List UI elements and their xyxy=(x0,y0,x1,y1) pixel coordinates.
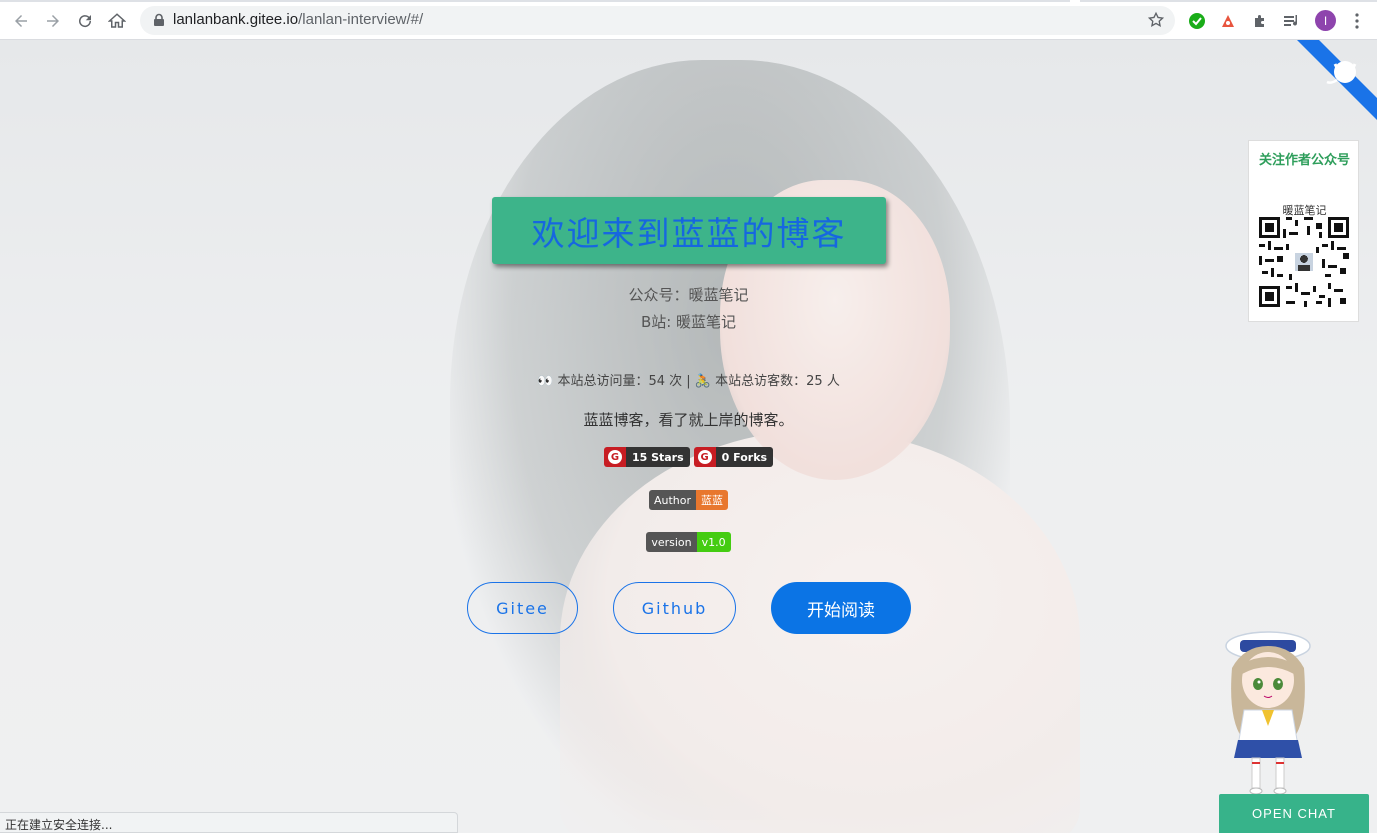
visitors-count: 本站总访客数：25 人 xyxy=(715,374,840,389)
version-label: version xyxy=(646,532,697,552)
welcome-banner: 欢迎来到蓝蓝的博客 xyxy=(492,197,886,264)
site-stats: 👀 本站总访问量：54 次 | 🚴 本站总访客数：25 人 xyxy=(0,370,1377,389)
bookmark-star-icon[interactable] xyxy=(1147,11,1165,29)
gitee-logo-icon: G xyxy=(697,450,712,464)
author-label: Author xyxy=(648,490,697,510)
stars-text: 15 Stars xyxy=(625,447,690,467)
site-tagline: 蓝蓝博客，看了就上岸的博客。 xyxy=(583,411,794,429)
extension-green-icon[interactable] xyxy=(1187,11,1207,31)
welcome-title: 欢迎来到蓝蓝的博客 xyxy=(531,213,847,253)
bilibili-line: B站: 暖蓝笔记 xyxy=(640,313,737,331)
open-chat-button[interactable]: OPEN CHAT xyxy=(1219,794,1369,833)
lock-icon[interactable] xyxy=(152,13,166,27)
url-path: /lanlan-interview/#/ xyxy=(298,11,424,28)
extensions-puzzle-icon[interactable] xyxy=(1250,11,1270,31)
media-queue-icon[interactable] xyxy=(1282,11,1302,31)
tab-strip xyxy=(0,0,1377,3)
gitee-button[interactable]: Gitee xyxy=(467,582,578,634)
background-image xyxy=(0,40,1377,833)
extension-red-icon[interactable] xyxy=(1218,11,1238,31)
qr-account-name: 暖蓝笔记 xyxy=(1282,204,1327,217)
cyclist-icon: 🚴 xyxy=(694,374,711,389)
version-badge-row: version v1.0 xyxy=(0,532,1377,552)
profile-avatar[interactable]: I xyxy=(1315,10,1336,31)
wechat-qr-widget: 关注作者公众号 暖蓝笔记 xyxy=(1248,140,1359,322)
mascot-girl-image[interactable] xyxy=(1222,628,1314,798)
qr-title: 关注作者公众号 xyxy=(1258,153,1350,168)
gitee-logo-icon: G xyxy=(607,450,622,464)
page-viewport: 欢迎来到蓝蓝的博客 公众号：暖蓝笔记 B站: 暖蓝笔记 👀 本站总访问量：54 … xyxy=(0,40,1377,833)
stars-badge[interactable]: G 15 Stars xyxy=(603,447,690,467)
author-value: 蓝蓝 xyxy=(696,490,729,510)
wechat-line: 公众号：暖蓝笔记 xyxy=(628,286,749,304)
menu-dots-icon[interactable] xyxy=(1347,11,1367,31)
forward-icon[interactable] xyxy=(41,9,65,33)
version-badge: version v1.0 xyxy=(646,532,731,552)
forks-badge[interactable]: G 0 Forks xyxy=(693,447,774,467)
visits-count: 本站总访问量：54 次 | xyxy=(557,374,695,389)
repo-badges: G 15 Stars G 0 Forks xyxy=(0,447,1377,467)
gitee-corner-ribbon[interactable] xyxy=(1297,40,1377,120)
author-badge: Author 蓝蓝 xyxy=(648,490,729,510)
browser-toolbar: lanlanbank.gitee.io/lanlan-interview/#/ … xyxy=(0,0,1377,40)
qr-code-image xyxy=(1259,217,1349,307)
github-button[interactable]: Github xyxy=(613,582,736,634)
home-icon[interactable] xyxy=(105,9,129,33)
start-reading-button[interactable]: 开始阅读 xyxy=(771,582,911,634)
reload-icon[interactable] xyxy=(73,9,97,33)
version-value: v1.0 xyxy=(696,532,731,552)
eyes-icon: 👀 xyxy=(537,374,554,389)
url-text[interactable]: lanlanbank.gitee.io/lanlan-interview/#/ xyxy=(173,11,423,28)
url-host: lanlanbank.gitee.io xyxy=(173,11,299,28)
back-icon[interactable] xyxy=(9,9,33,33)
author-badge-row: Author 蓝蓝 xyxy=(0,490,1377,510)
forks-text: 0 Forks xyxy=(715,447,774,467)
status-bar: 正在建立安全连接... xyxy=(0,812,458,833)
address-bar[interactable]: lanlanbank.gitee.io/lanlan-interview/#/ xyxy=(140,6,1175,35)
